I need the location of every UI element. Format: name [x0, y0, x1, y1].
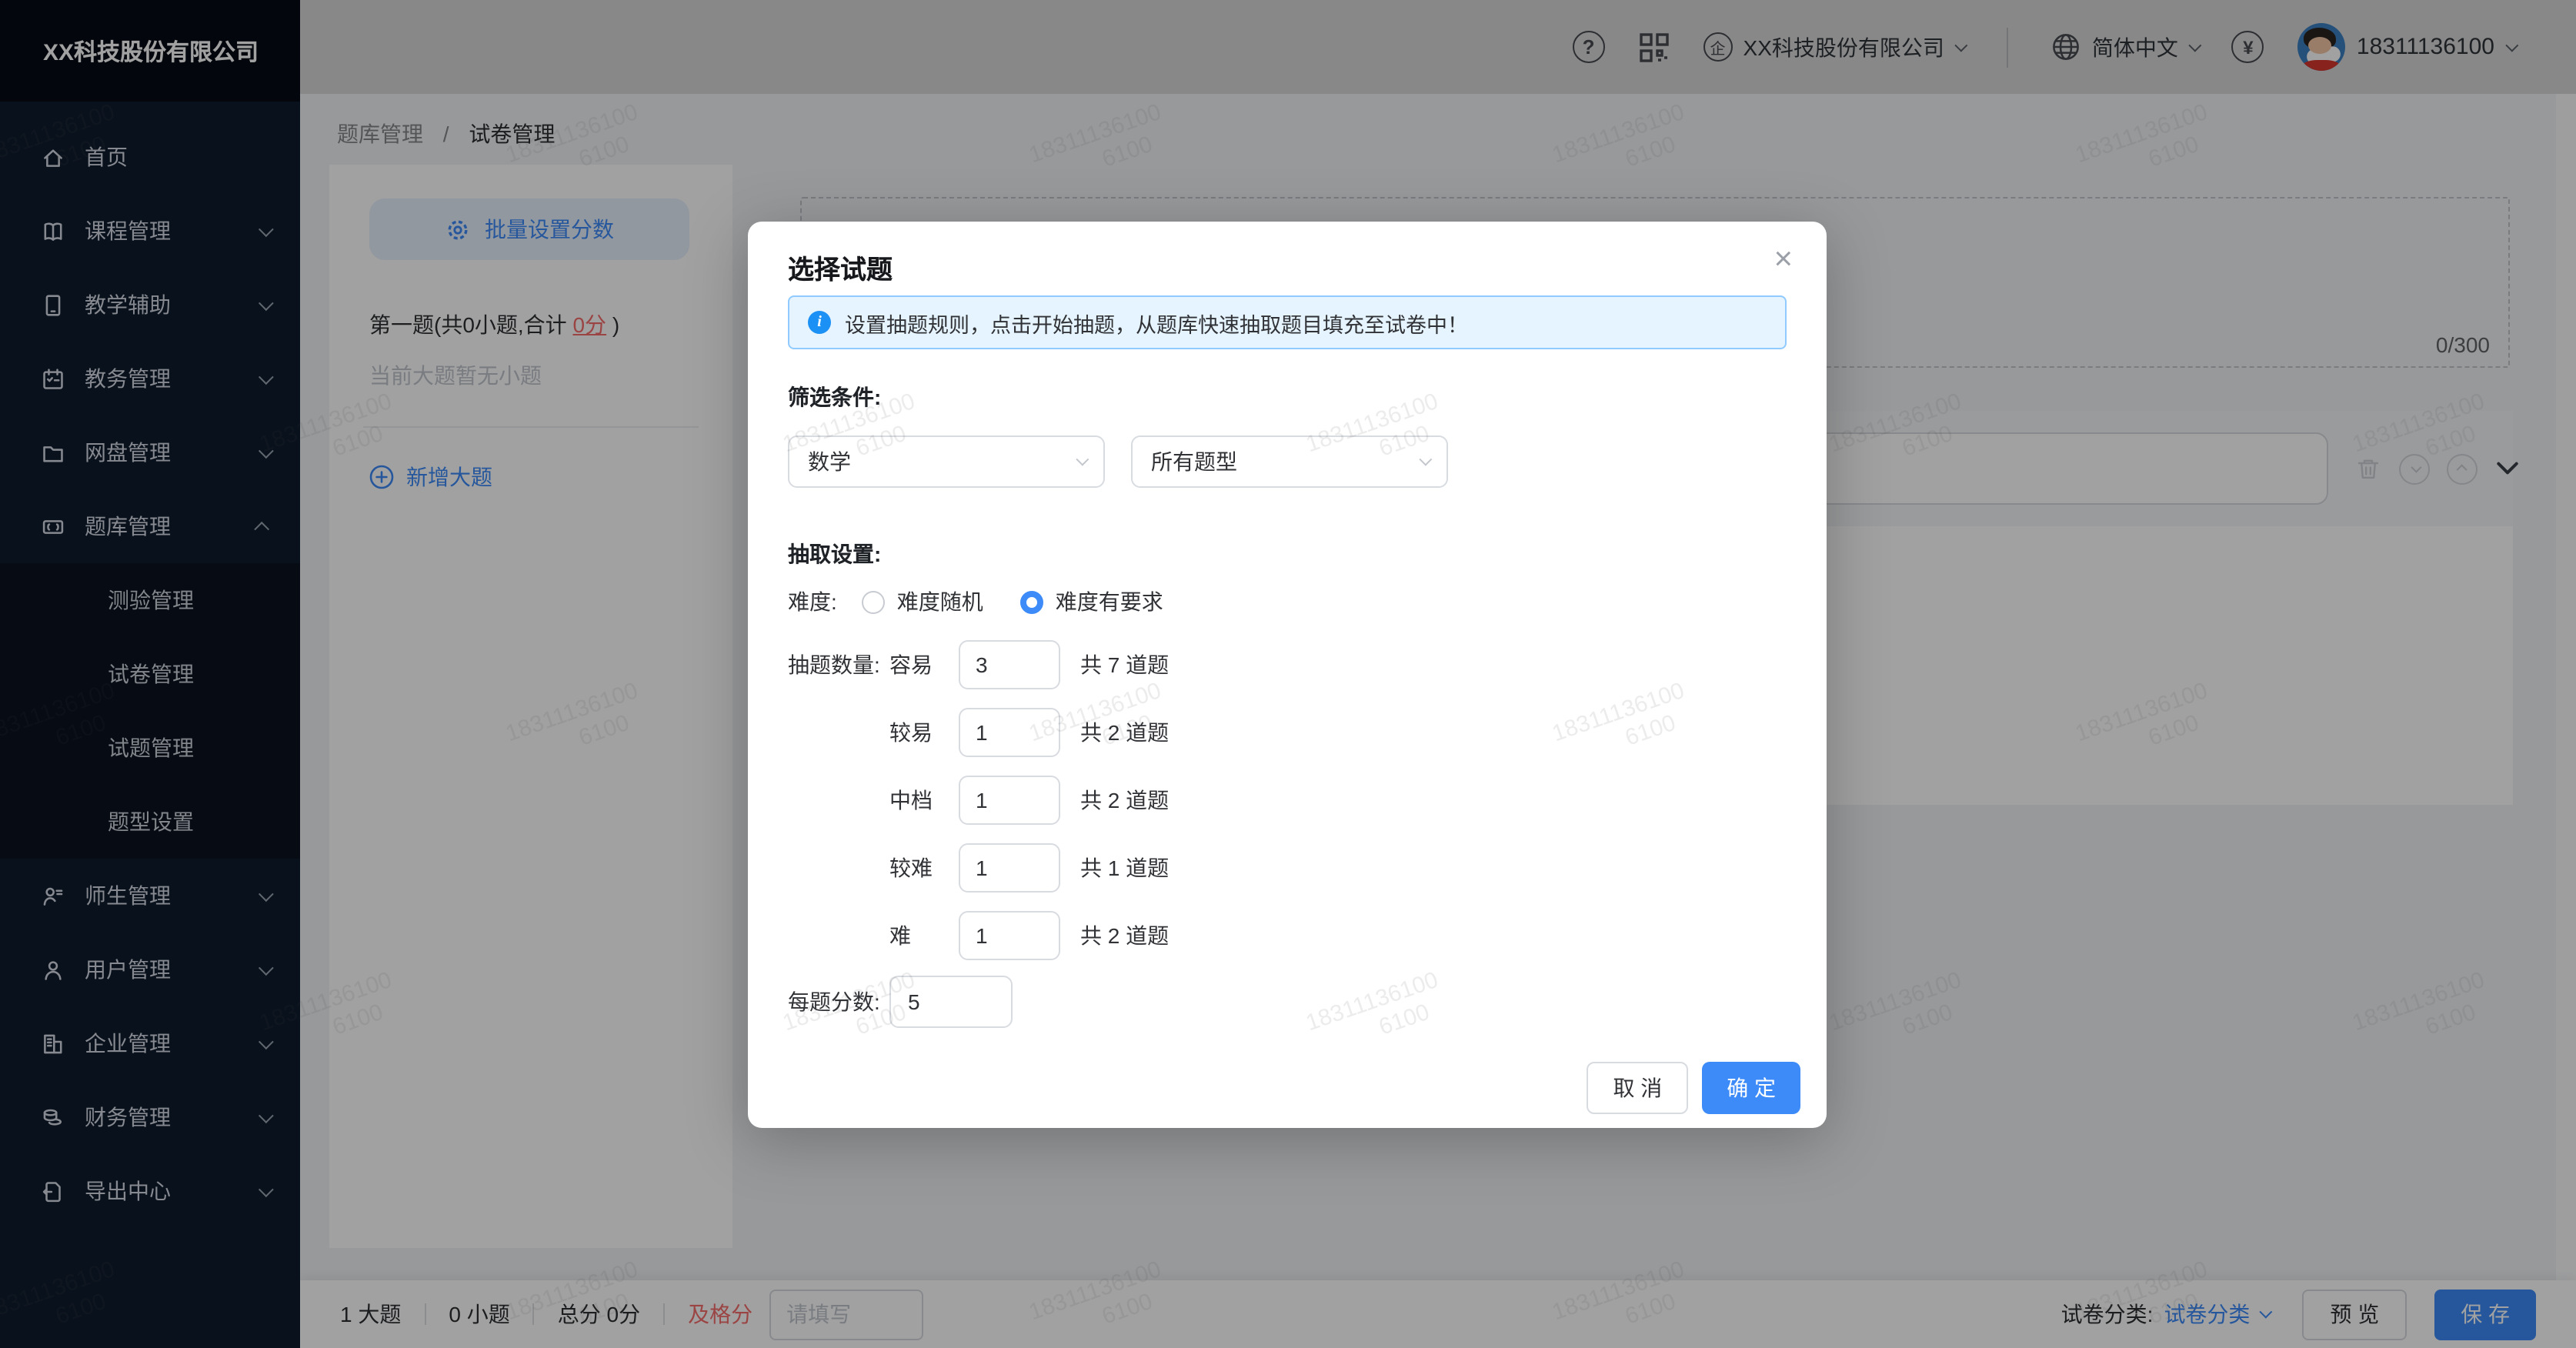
difficulty-easy-label: 容易: [889, 649, 959, 680]
filter-selects: 数学 所有题型: [788, 435, 1448, 488]
select-question-modal: 选择试题 × i 设置抽题规则，点击开始抽题，从题库快速抽取题目填充至试卷中！ …: [748, 222, 1827, 1128]
quantity-label: 抽题数量:: [788, 649, 889, 680]
medium-total: 共 2 道题: [1080, 785, 1169, 816]
radio-difficulty-random[interactable]: [862, 590, 885, 613]
app-window: XX科技股份有限公司 首页 课程管理 教学辅助 教务管理: [0, 0, 2576, 1348]
question-type-select[interactable]: 所有题型: [1131, 435, 1448, 488]
radio-difficulty-required[interactable]: [1020, 590, 1043, 613]
easy-total: 共 7 道题: [1080, 649, 1169, 680]
score-per-question-label: 每题分数:: [788, 986, 889, 1017]
cancel-button[interactable]: 取 消: [1587, 1062, 1688, 1114]
subject-select[interactable]: 数学: [788, 435, 1105, 488]
difficulty-hard-label: 难: [889, 920, 959, 951]
difficulty-row: 难度: 难度随机 难度有要求: [788, 586, 1163, 617]
harder-count-input[interactable]: [959, 843, 1060, 893]
close-icon[interactable]: ×: [1767, 237, 1799, 282]
quantity-rows: 抽题数量: 容易 共 7 道题 较易 共 2 道题 中档 共 2 道题 较难: [788, 640, 1169, 979]
quantity-row: 抽题数量: 容易 共 7 道题: [788, 640, 1169, 689]
filter-label: 筛选条件:: [788, 382, 881, 412]
quantity-row: 中档 共 2 道题: [788, 776, 1169, 825]
harder-total: 共 1 道题: [1080, 853, 1169, 883]
subject-select-value: 数学: [808, 446, 851, 477]
difficulty-easier-label: 较易: [889, 717, 959, 748]
quantity-row: 较易 共 2 道题: [788, 708, 1169, 757]
quantity-row: 难 共 2 道题: [788, 911, 1169, 960]
confirm-button[interactable]: 确 定: [1702, 1062, 1800, 1114]
modal-title: 选择试题: [788, 248, 893, 286]
difficulty-label: 难度:: [788, 586, 837, 617]
easier-count-input[interactable]: [959, 708, 1060, 757]
radio-difficulty-random-label[interactable]: 难度随机: [897, 586, 983, 617]
difficulty-medium-label: 中档: [889, 785, 959, 816]
question-type-select-value: 所有题型: [1151, 446, 1237, 477]
easy-count-input[interactable]: [959, 640, 1060, 689]
score-per-question-input[interactable]: [889, 976, 1013, 1028]
score-per-question-row: 每题分数:: [788, 976, 1013, 1028]
info-banner: i 设置抽题规则，点击开始抽题，从题库快速抽取题目填充至试卷中！: [788, 295, 1787, 349]
chevron-down-icon: [1076, 453, 1089, 466]
difficulty-harder-label: 较难: [889, 853, 959, 883]
chevron-down-icon: [1419, 453, 1432, 466]
modal-footer: 取 消 确 定: [1587, 1062, 1800, 1114]
info-icon: i: [808, 311, 831, 334]
quantity-row: 较难 共 1 道题: [788, 843, 1169, 893]
easier-total: 共 2 道题: [1080, 717, 1169, 748]
hard-total: 共 2 道题: [1080, 920, 1169, 951]
radio-difficulty-required-label[interactable]: 难度有要求: [1056, 586, 1163, 617]
hard-count-input[interactable]: [959, 911, 1060, 960]
extract-settings-label: 抽取设置:: [788, 539, 881, 569]
info-banner-text: 设置抽题规则，点击开始抽题，从题库快速抽取题目填充至试卷中！: [845, 307, 1468, 338]
medium-count-input[interactable]: [959, 776, 1060, 825]
